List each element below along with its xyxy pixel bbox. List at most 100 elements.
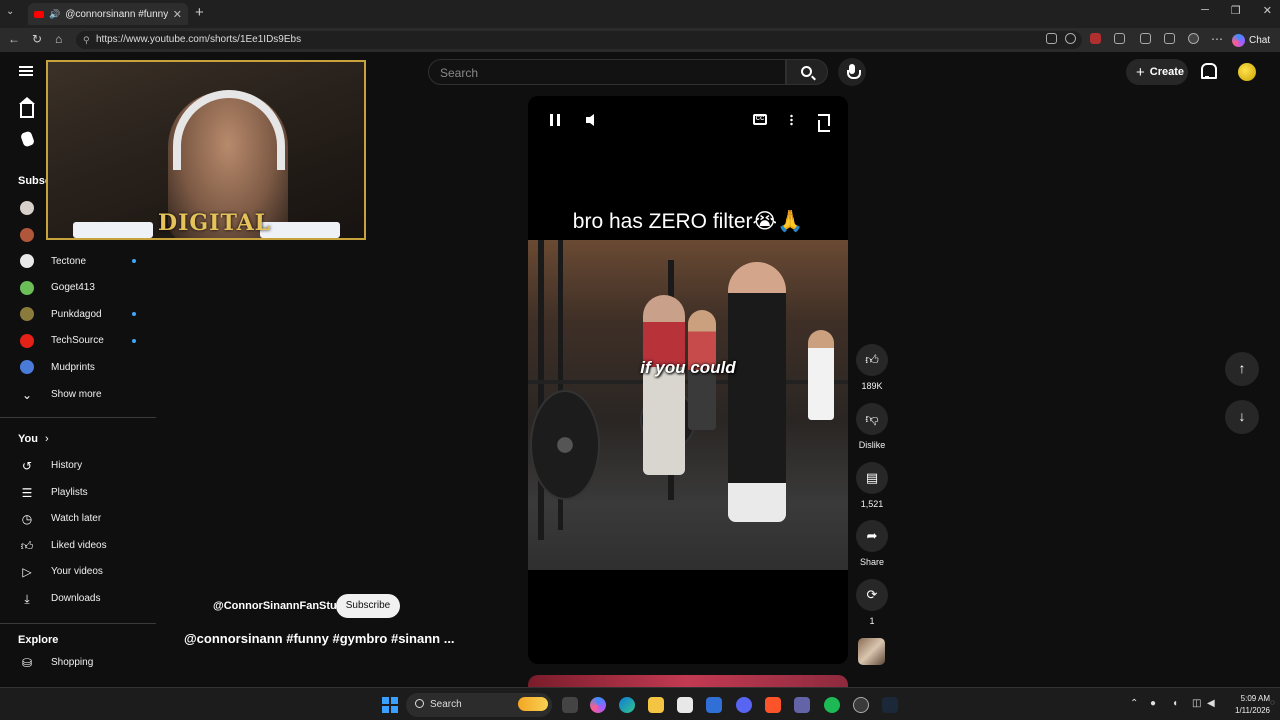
sidebar-item-downloads[interactable]: Downloads <box>51 593 100 604</box>
copilot-chat-button[interactable]: Chat <box>1232 31 1270 49</box>
tray-overflow-icon[interactable]: ⌃ <box>1130 698 1138 709</box>
app-icon[interactable] <box>706 697 722 713</box>
tray-mic-icon[interactable]: ◖ <box>1172 698 1178 709</box>
short-title[interactable]: @connorsinann #funny #gymbro #sinann ... <box>184 631 455 646</box>
speaker-icon[interactable]: ◀ <box>1207 698 1215 709</box>
minimize-icon[interactable]: ─ <box>1201 4 1209 17</box>
share-button[interactable]: ➦ Share <box>856 520 888 567</box>
store-icon[interactable] <box>677 697 693 713</box>
tab-audio-icon[interactable]: 🔊 <box>49 9 60 20</box>
tab-title: @connorsinann #funny #gym <box>65 8 168 20</box>
browser-tab-strip: ⌄ 🔊 @connorsinann #funny #gym ✕ + ─ ❐ ✕ <box>0 0 1280 28</box>
thumbs-up-icon: 👍︎ <box>865 352 879 367</box>
discord-icon[interactable] <box>736 697 752 713</box>
create-button[interactable]: + Create <box>1126 59 1188 85</box>
sidebar-item-playlists[interactable]: Playlists <box>51 487 88 498</box>
tab-list-chevron-icon[interactable]: ⌄ <box>6 6 14 17</box>
volume-icon[interactable] <box>586 114 594 126</box>
url-field[interactable]: ⚲ https://www.youtube.com/shorts/1Ee1IDs… <box>76 31 1082 49</box>
sidebar-item-watch-later[interactable]: Watch later <box>51 513 101 524</box>
home-browser-icon[interactable]: ⌂ <box>55 32 62 46</box>
sidebar-item-shopping[interactable]: Shopping <box>51 657 93 668</box>
obs-icon[interactable] <box>853 697 869 713</box>
task-view-icon[interactable] <box>562 697 578 713</box>
tab-close-icon[interactable]: ✕ <box>173 8 182 21</box>
more-options-icon[interactable] <box>790 114 793 126</box>
overlay-nameplate-left <box>73 222 153 238</box>
search-button[interactable] <box>786 59 828 85</box>
steam-icon[interactable] <box>882 697 898 713</box>
clock-time: 5:09 AM <box>1240 694 1270 703</box>
show-more-link[interactable]: Show more <box>51 389 102 400</box>
pause-icon[interactable] <box>550 114 560 126</box>
shorts-icon[interactable] <box>19 130 36 148</box>
next-short-preview[interactable] <box>528 675 848 687</box>
edge-icon[interactable] <box>619 697 635 713</box>
youtube-favicon-icon <box>34 10 44 18</box>
dislike-label: Dislike <box>858 440 886 450</box>
voice-search-icon[interactable] <box>838 58 866 86</box>
favorites-icon[interactable] <box>1164 33 1175 44</box>
account-avatar[interactable] <box>1238 63 1256 81</box>
dislike-button[interactable]: 👎︎ Dislike <box>856 403 888 450</box>
new-tab-icon[interactable]: + <box>195 4 204 21</box>
close-window-icon[interactable]: ✕ <box>1263 4 1272 17</box>
system-clock[interactable]: 5:09 AM 1/11/2026 <box>1228 693 1270 717</box>
weight-plate <box>530 390 600 500</box>
windows-taskbar: Search ⌃ ● ◖ ◫ ◀ 5:09 AM 1/11/2026 ◌ <box>0 687 1280 720</box>
network-icon[interactable]: ◫ <box>1192 698 1201 709</box>
copilot-icon <box>1232 33 1245 47</box>
extension-red-icon[interactable] <box>1090 33 1101 44</box>
teams-icon[interactable] <box>794 697 810 713</box>
comments-button[interactable]: ▤ 1,521 <box>856 462 888 509</box>
you-heading[interactable]: You › <box>18 433 49 445</box>
remix-button[interactable]: ⟳ 1 <box>856 579 888 626</box>
person-woman <box>643 295 685 475</box>
profile-icon[interactable] <box>1188 33 1199 44</box>
back-icon[interactable]: ← <box>8 32 20 46</box>
sidebar-subscription-mudprints[interactable]: Mudprints <box>20 358 95 376</box>
sidebar-subscription-tectone[interactable]: Tectone <box>20 252 136 270</box>
browser-menu-icon[interactable]: ⋯ <box>1211 32 1223 46</box>
home-icon[interactable] <box>19 97 35 118</box>
sidebar-item-history[interactable]: History <box>51 460 82 471</box>
sound-thumbnail[interactable] <box>858 638 885 665</box>
sidebar-subscription-punkdagod[interactable]: Punkdagod <box>20 305 136 323</box>
extension-refresh-icon[interactable] <box>1114 33 1125 44</box>
favorite-star-icon[interactable] <box>1065 33 1076 44</box>
spotify-icon[interactable] <box>824 697 840 713</box>
copilot-taskbar-icon[interactable] <box>590 697 606 713</box>
maximize-icon[interactable]: ❐ <box>1231 4 1241 17</box>
reload-icon[interactable]: ↻ <box>32 32 42 46</box>
playlists-icon: ☰ <box>21 485 33 500</box>
sidebar-item-liked-videos[interactable]: Liked videos <box>51 540 107 551</box>
previous-short-button[interactable]: ↑ <box>1225 352 1259 386</box>
sidebar-item-label: Goget413 <box>51 282 95 294</box>
app-install-icon[interactable] <box>1046 33 1057 44</box>
captions-icon[interactable]: CC <box>753 114 767 125</box>
menu-icon[interactable] <box>19 66 33 76</box>
extensions-puzzle-icon[interactable] <box>1140 33 1151 44</box>
chat-label: Chat <box>1249 34 1271 46</box>
next-short-button[interactable]: ↓ <box>1225 400 1259 434</box>
brave-icon[interactable] <box>765 697 781 713</box>
tray-app-icon[interactable]: ● <box>1150 698 1156 709</box>
taskbar-search[interactable]: Search <box>406 693 552 717</box>
search-input[interactable]: Search <box>428 59 786 85</box>
subscribe-button[interactable]: Subscribe <box>336 594 400 618</box>
sidebar-item-your-videos[interactable]: Your videos <box>51 566 103 577</box>
notifications-bell-icon[interactable] <box>1200 63 1217 79</box>
browser-tab-active[interactable]: 🔊 @connorsinann #funny #gym ✕ <box>28 3 188 25</box>
site-info-icon[interactable]: ⚲ <box>83 35 90 46</box>
windows-start-icon[interactable] <box>382 697 398 713</box>
sidebar-item-label: Tectone <box>51 255 87 267</box>
channel-name[interactable]: @ConnorSinannFanStuff <box>213 600 344 612</box>
like-button[interactable]: 👍︎ 189K <box>856 344 888 391</box>
shorts-player[interactable]: CC bro has ZERO filter😭🙏 if you could <box>528 96 848 664</box>
comment-count: 1,521 <box>860 499 884 509</box>
file-explorer-icon[interactable] <box>648 697 664 713</box>
notification-center-icon[interactable]: ◌ <box>1270 698 1275 707</box>
sidebar-subscription-goget413[interactable]: Goget413 <box>20 279 95 297</box>
sidebar-subscription-techsource[interactable]: TechSource <box>20 332 136 350</box>
channel-avatar <box>20 201 34 215</box>
